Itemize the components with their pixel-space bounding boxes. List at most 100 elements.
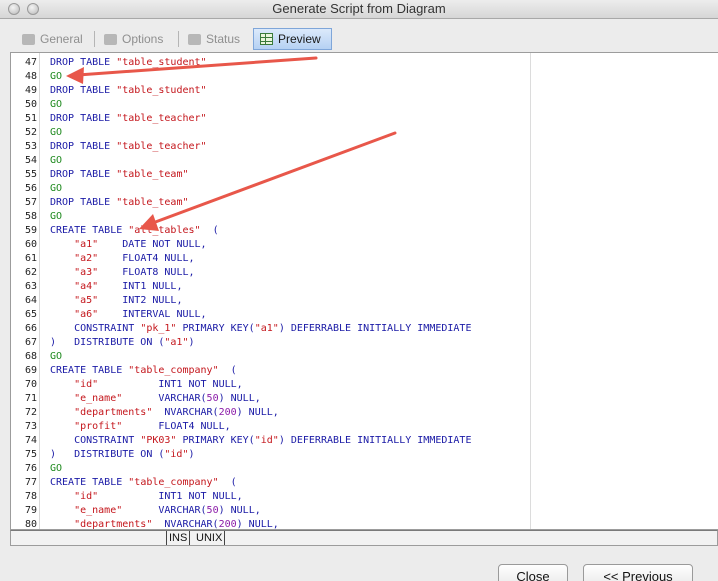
code-text: ) DISTRIBUTE ON ("a1"): [50, 337, 195, 348]
code-line: 48 GO: [11, 70, 718, 84]
code-text: "id" INT1 NOT NULL,: [50, 379, 243, 390]
tab-separator: [94, 31, 95, 47]
code-line: 61 "a2" FLOAT4 NULL,: [11, 252, 718, 266]
line-number: 47: [24, 57, 37, 68]
code-line: 62 "a3" FLOAT8 NULL,: [11, 266, 718, 280]
code-text: "a4" INT1 NULL,: [50, 281, 183, 292]
code-text: CONSTRAINT "PK03" PRIMARY KEY("id") DEFE…: [50, 435, 472, 446]
code-text: GO: [50, 463, 63, 474]
page-icon: [188, 33, 201, 45]
tab-general-label: General: [40, 32, 83, 46]
line-number: 75: [24, 449, 37, 460]
code-line: 50 GO: [11, 98, 718, 112]
code-line: 58 GO: [11, 210, 718, 224]
tab-options-label: Options: [122, 32, 164, 46]
code-line: 67 ) DISTRIBUTE ON ("a1"): [11, 336, 718, 350]
code-line: 60 "a1" DATE NOT NULL,: [11, 238, 718, 252]
script-preview-editor[interactable]: 47 DROP TABLE "table_student" 48 GO 49 DROP T…: [10, 52, 718, 530]
code-line: 47 DROP TABLE "table_student": [11, 56, 718, 70]
line-number: 58: [24, 211, 37, 222]
page-icon: [22, 33, 35, 45]
tab-options[interactable]: Options: [94, 28, 164, 50]
code-text: CREATE TABLE "table_company" (: [50, 365, 237, 376]
code-line: 75) DISTRIBUTE ON ("id"): [11, 448, 718, 462]
line-number: 70: [24, 379, 37, 390]
code-line: 64 "a5" INT2 NULL,: [11, 294, 718, 308]
code-text: DROP TABLE "table_student": [50, 85, 207, 96]
code-line: 73 "profit" FLOAT4 NULL,: [11, 420, 718, 434]
line-number: 72: [24, 407, 37, 418]
code-line: 80 "departments" NVARCHAR(200) NULL,: [11, 518, 718, 530]
code-text: "e_name" VARCHAR(50) NULL,: [50, 393, 261, 404]
code-line: 77 CREATE TABLE "table_company" (: [11, 476, 718, 490]
line-number: 62: [24, 267, 37, 278]
line-number: 67: [24, 337, 37, 348]
line-number: 52: [24, 127, 37, 138]
code-text: "departments" NVARCHAR(200) NULL,: [50, 407, 279, 418]
line-number: 49: [24, 85, 37, 96]
code-text: "a5" INT2 NULL,: [50, 295, 183, 306]
window-title: Generate Script from Diagram: [272, 1, 446, 16]
code-text: GO: [50, 127, 63, 138]
line-number: 76: [24, 463, 37, 474]
line-number: 53: [24, 141, 37, 152]
line-number: 73: [24, 421, 37, 432]
code-text: "a3" FLOAT8 NULL,: [50, 267, 195, 278]
tab-separator: [178, 31, 179, 47]
code-line: 57 DROP TABLE "table_team": [11, 196, 718, 210]
code-line: 76 GO: [11, 462, 718, 476]
page-icon: [104, 33, 117, 45]
tab-bar: General Options Status Preview: [0, 28, 718, 50]
previous-button[interactable]: << Previous: [583, 564, 693, 581]
line-number: 65: [24, 309, 37, 320]
line-number: 80: [24, 519, 37, 530]
code-text: CONSTRAINT "pk_1" PRIMARY KEY("a1") DEFE…: [50, 323, 472, 334]
line-number: 68: [24, 351, 37, 362]
line-ending-indicator: UNIX: [194, 531, 226, 545]
tab-status-label: Status: [206, 32, 241, 46]
code-lines: 47 DROP TABLE "table_student" 48 GO 49 DROP T…: [11, 56, 718, 530]
code-text: DROP TABLE "table_student": [50, 57, 207, 68]
code-text: GO: [50, 351, 63, 362]
code-line: 74 CONSTRAINT "PK03" PRIMARY KEY("id") D…: [11, 434, 718, 448]
code-text: "e_name" VARCHAR(50) NULL,: [50, 505, 261, 516]
code-text: DROP TABLE "table_team": [50, 169, 189, 180]
code-text: "id" INT1 NOT NULL,: [50, 491, 243, 502]
code-line: 66 CONSTRAINT "pk_1" PRIMARY KEY("a1") D…: [11, 322, 718, 336]
code-text: DROP TABLE "table_team": [50, 197, 189, 208]
code-line: 68 GO: [11, 350, 718, 364]
tab-preview-label: Preview: [278, 32, 321, 46]
code-text: "a2" FLOAT4 NULL,: [50, 253, 195, 264]
code-text: "profit" FLOAT4 NULL,: [50, 421, 231, 432]
code-line: 65 "a6" INTERVAL NULL,: [11, 308, 718, 322]
code-text: GO: [50, 183, 63, 194]
line-number: 60: [24, 239, 37, 250]
code-text: GO: [50, 99, 63, 110]
line-number: 51: [24, 113, 37, 124]
tab-general[interactable]: General: [22, 28, 83, 50]
tab-preview[interactable]: Preview: [253, 28, 332, 50]
code-line: 52 GO: [11, 126, 718, 140]
code-line: 56 GO: [11, 182, 718, 196]
line-number: 54: [24, 155, 37, 166]
close-button[interactable]: Close: [498, 564, 568, 581]
line-number: 74: [24, 435, 37, 446]
editor-status-bar: INS UNIX: [10, 530, 718, 546]
code-line: 71 "e_name" VARCHAR(50) NULL,: [11, 392, 718, 406]
code-line: 49 DROP TABLE "table_student": [11, 84, 718, 98]
code-text: DROP TABLE "table_teacher": [50, 113, 207, 124]
line-number: 71: [24, 393, 37, 404]
line-number: 61: [24, 253, 37, 264]
code-text: GO: [50, 155, 63, 166]
code-text: "a1" DATE NOT NULL,: [50, 239, 207, 250]
table-grid-icon: [260, 33, 273, 45]
code-text: "a6" INTERVAL NULL,: [50, 309, 207, 320]
tab-status[interactable]: Status: [178, 28, 241, 50]
code-line: 69 CREATE TABLE "table_company" (: [11, 364, 718, 378]
code-text: CREATE TABLE "table_company" (: [50, 477, 237, 488]
code-line: 79 "e_name" VARCHAR(50) NULL,: [11, 504, 718, 518]
code-text: DROP TABLE "table_teacher": [50, 141, 207, 152]
line-number: 55: [24, 169, 37, 180]
line-number: 57: [24, 197, 37, 208]
line-number: 64: [24, 295, 37, 306]
